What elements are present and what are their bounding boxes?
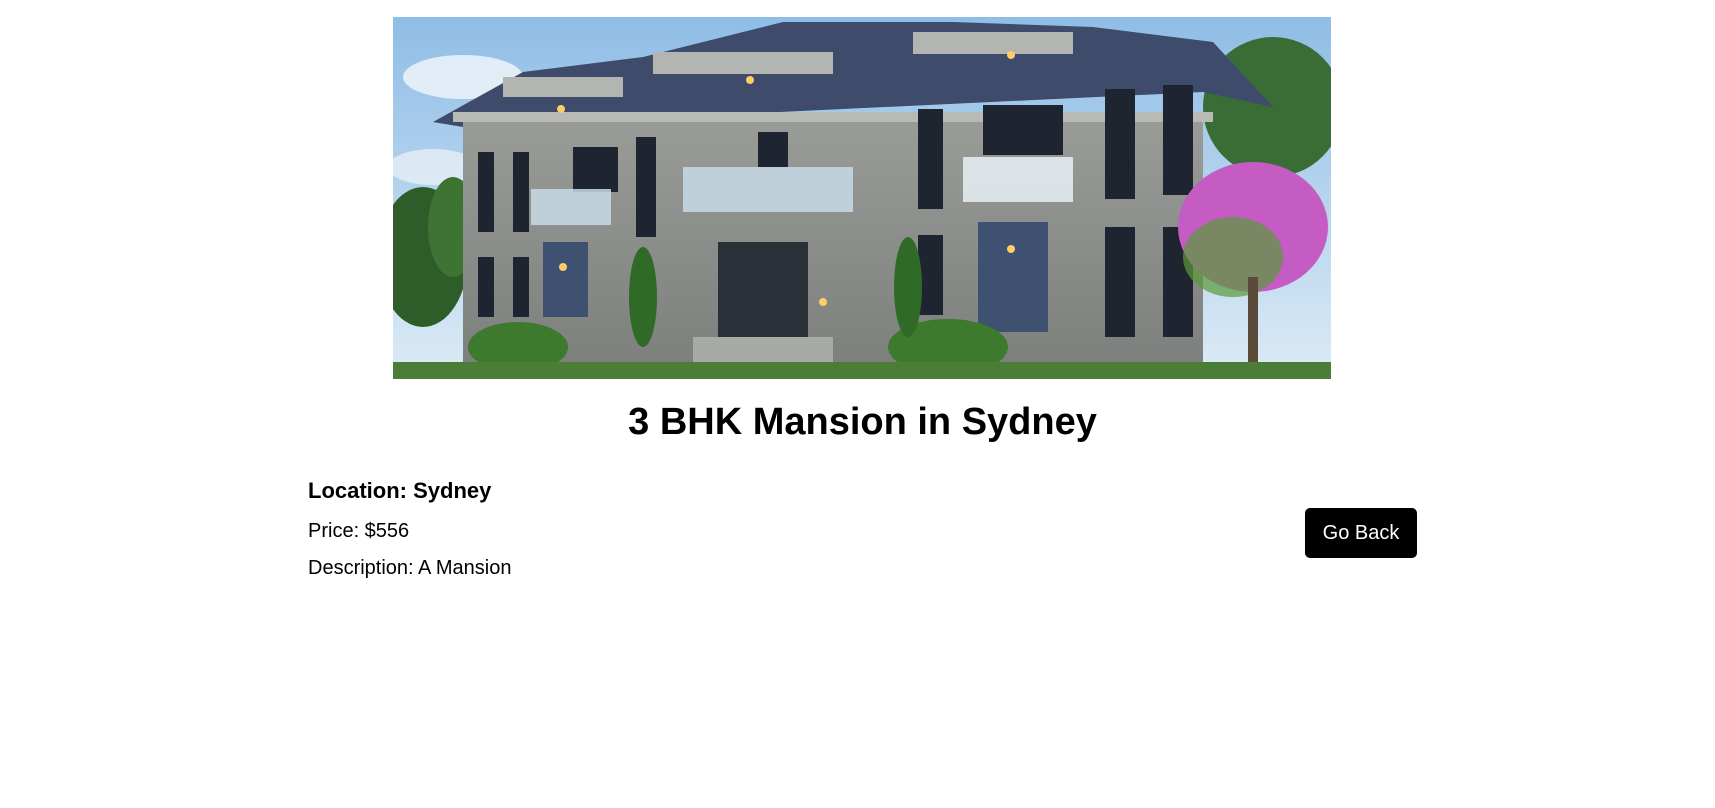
price-text: Price: $556 [308, 520, 410, 542]
property-detail-page: 3 BHK Mansion in Sydney Location: Sydney… [0, 0, 1715, 808]
location-text: Location: Sydney [308, 478, 492, 503]
property-details: Location: Sydney Price: $556 Description… [308, 478, 511, 594]
property-image [393, 17, 1331, 379]
description-text: Description: A Mansion [308, 557, 512, 579]
go-back-button[interactable]: Go Back [1305, 508, 1417, 558]
page-title: 3 BHK Mansion in Sydney [628, 401, 1097, 443]
